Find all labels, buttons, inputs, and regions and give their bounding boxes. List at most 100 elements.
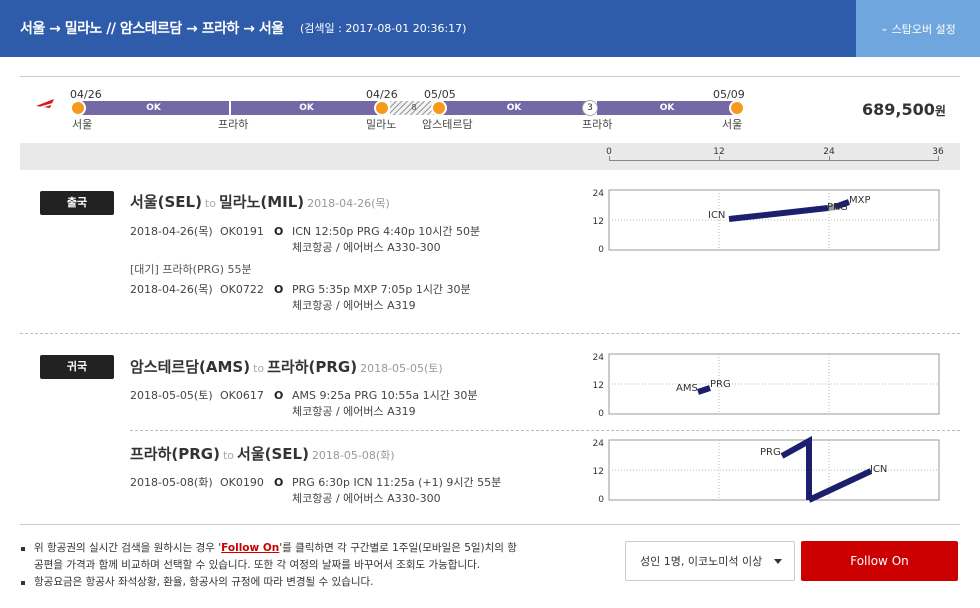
leg-to-word: to [253, 362, 265, 375]
timeline-axis-line [609, 160, 939, 161]
flight-row[interactable]: 2018-04-26(목) OK0191 O ICN 12:50p PRG 4:40p… [130, 223, 480, 255]
passenger-class-select[interactable]: 성인 1명, 이코노미석 이상 [625, 541, 795, 581]
flight-number: OK0617 [220, 389, 264, 402]
flight-date: 2018-05-05(토) [130, 389, 213, 402]
flight-detail: ICN 12:50p PRG 4:40p 10시간 50분 [292, 225, 481, 238]
route-date: 04/26 [70, 88, 102, 101]
route-city: 서울 [72, 118, 93, 131]
leg-destination: 밀라노(MIL) [218, 193, 305, 211]
leg-date: 2018-05-05(토) [360, 362, 443, 375]
outbound-title: 서울(SEL) to 밀라노(MIL) 2018-04-26(목) [130, 191, 390, 212]
route-node [70, 100, 86, 116]
route-city: 프라하 [218, 118, 249, 131]
layover-info: [대기] 프라하(PRG) 55분 [130, 263, 252, 276]
flight-detail: AMS 9:25a PRG 10:55a 1시간 30분 [292, 389, 478, 402]
chart-airport-label: PRG [710, 379, 731, 390]
flight-mark: O [274, 476, 284, 489]
return-title: 암스테르담(AMS) to 프라하(PRG) 2018-05-05(토) [130, 356, 443, 377]
chart-airport-label: MXP [849, 195, 871, 206]
price-currency: 원 [934, 104, 946, 118]
route-segment: OK [597, 101, 737, 115]
route-title: 서울 → 밀라노 // 암스테르담 → 프라하 → 서울 [20, 21, 284, 37]
return-badge: 귀국 [40, 355, 114, 379]
route-date: 04/26 [366, 88, 398, 101]
chart-ytick: 12 [593, 217, 604, 227]
route-date: 05/09 [713, 88, 745, 101]
chart-ytick: 24 [593, 189, 605, 199]
follow-on-button[interactable]: Follow On [801, 541, 958, 581]
flight-path [697, 385, 711, 395]
flight-number: OK0191 [220, 225, 264, 238]
flight-number: OK0190 [220, 476, 264, 489]
chevron-down-icon: ⌄ [880, 23, 889, 34]
leg-destination: 서울(SEL) [237, 445, 309, 463]
axis-label: 0 [606, 147, 612, 157]
notice-list: 위 항공권의 실시간 검색을 원하시는 경우 'Follow On'를 클릭하면… [20, 540, 520, 591]
stopover-days-node: 3 [582, 100, 598, 116]
route-city: 밀라노 [366, 118, 397, 131]
flight-aircraft: 체코항공 / 에어버스 A330-300 [292, 492, 441, 505]
timeline-axis-bar [20, 143, 960, 170]
chart-airport-label: ICN [708, 210, 725, 221]
axis-label: 24 [823, 147, 835, 157]
stopover-settings-button[interactable]: ⌄ 스탑오버 설정 [856, 0, 980, 57]
route-segment: OK [439, 101, 589, 115]
return2-title: 프라하(PRG) to 서울(SEL) 2018-05-08(화) [130, 443, 395, 464]
route-segment: OK [231, 101, 382, 115]
chart-ytick: 24 [593, 353, 605, 363]
notice-item: 항공요금은 항공사 좌석상황, 환율, 항공사의 규정에 따라 변경될 수 있습… [20, 574, 520, 591]
chart-airport-label: AMS [676, 383, 698, 394]
chart-airport-label: PRG [760, 447, 781, 458]
flight-mark: O [274, 283, 284, 296]
route-city: 프라하 [582, 118, 613, 131]
follow-on-link[interactable]: Follow On [221, 542, 279, 554]
flight-aircraft: 체코항공 / 에어버스 A319 [292, 405, 416, 418]
chart-ytick: 12 [593, 381, 604, 391]
chart-ytick: 24 [593, 439, 605, 449]
route-city: 서울 [722, 118, 743, 131]
leg-divider [20, 333, 960, 334]
route-node [431, 100, 447, 116]
flight-number: OK0722 [220, 283, 264, 296]
outbound-time-chart: 24 12 0 ICN PRG MXP [580, 186, 945, 256]
route-date: 05/05 [424, 88, 456, 101]
route-node [374, 100, 390, 116]
search-date: (검색일 : 2017-08-01 20:36:17) [300, 22, 467, 35]
notice-text: 위 항공권의 실시간 검색을 원하시는 경우 ' [34, 542, 222, 554]
leg-date: 2018-04-26(목) [307, 197, 390, 210]
flight-date: 2018-04-26(목) [130, 283, 213, 296]
divider [20, 524, 960, 525]
divider [20, 76, 960, 77]
axis-label: 36 [932, 147, 944, 157]
flight-row[interactable]: 2018-05-05(토) OK0617 O AMS 9:25a PRG 10:55a… [130, 387, 478, 419]
flight-row[interactable]: 2018-04-26(목) OK0722 O PRG 5:35p MXP 7:05p … [130, 281, 471, 313]
route-node [729, 100, 745, 116]
page-header: 서울 → 밀라노 // 암스테르담 → 프라하 → 서울 (검색일 : 2017… [0, 0, 980, 57]
passenger-class-value: 성인 1명, 이코노미석 이상 [640, 555, 763, 568]
flight-mark: O [274, 389, 284, 402]
leg-to-word: to [222, 449, 235, 462]
flight-aircraft: 체코항공 / 에어버스 A330-300 [292, 241, 441, 254]
leg-origin: 프라하(PRG) [130, 445, 220, 463]
airline-logo-icon [36, 99, 54, 109]
stopover-label: 스탑오버 설정 [891, 22, 956, 36]
outbound-badge: 출국 [40, 191, 114, 215]
leg-origin: 서울(SEL) [130, 193, 202, 211]
flight-detail: PRG 5:35p MXP 7:05p 1시간 30분 [292, 283, 471, 296]
leg-date: 2018-05-08(화) [311, 449, 395, 462]
chart-airport-label: ICN [870, 464, 887, 475]
chart-ytick: 0 [598, 409, 604, 419]
route-city: 암스테르담 [422, 118, 473, 131]
flight-mark: O [274, 225, 284, 238]
chart-ytick: 0 [598, 495, 604, 505]
leg-to-word: to [204, 197, 216, 210]
return2-time-chart: 24 12 0 PRG ICN [580, 436, 945, 506]
notice-item: 위 항공권의 실시간 검색을 원하시는 경우 'Follow On'를 클릭하면… [20, 540, 520, 574]
chart-airport-label: PRG [827, 202, 848, 213]
flight-detail: PRG 6:30p ICN 11:25a (+1) 9시간 55분 [292, 476, 502, 489]
leg-divider [130, 430, 960, 431]
route-segment: OK [78, 101, 229, 115]
flight-row[interactable]: 2018-05-08(화) OK0190 O PRG 6:30p ICN 11:25a… [130, 474, 501, 506]
leg-destination: 프라하(PRG) [267, 358, 358, 376]
axis-label: 12 [713, 147, 725, 157]
